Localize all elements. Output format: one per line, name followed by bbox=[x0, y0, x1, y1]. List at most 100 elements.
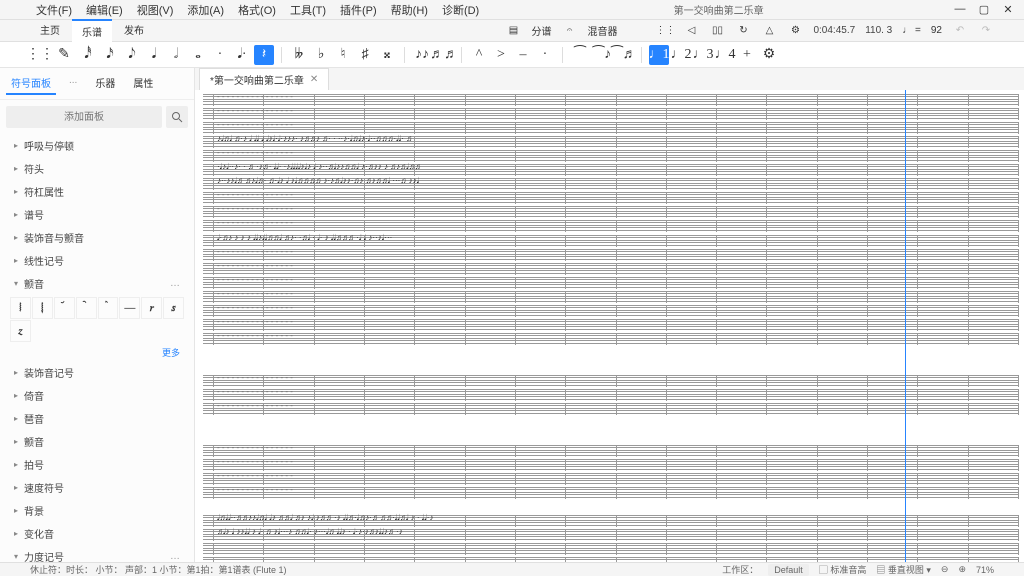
tool-button[interactable]: ♮ bbox=[333, 45, 353, 65]
concert-pitch-toggle[interactable]: ▢ 标准音高 bbox=[819, 563, 867, 576]
palette-category[interactable]: 颤音 bbox=[6, 430, 188, 453]
main-tab[interactable]: 发布 bbox=[114, 19, 154, 42]
menu-item[interactable]: 格式(O) bbox=[232, 0, 282, 20]
palette-item[interactable]: 𝆆 bbox=[76, 297, 97, 319]
menu-item[interactable]: 帮助(H) bbox=[385, 0, 434, 20]
menu-item[interactable]: 文件(F) bbox=[30, 0, 78, 20]
palette-category[interactable]: 颤音… bbox=[6, 272, 188, 295]
measure-position: 110. 3 bbox=[865, 25, 892, 36]
zoom-out-icon[interactable]: ⊖ bbox=[941, 564, 949, 575]
tool-button[interactable]: ♩3 bbox=[693, 45, 713, 65]
metronome-icon[interactable]: △ bbox=[761, 23, 777, 39]
undo-icon[interactable]: ↶ bbox=[952, 23, 968, 39]
palette-item[interactable]: 𝆄 bbox=[32, 297, 53, 319]
tool-button[interactable]: 𝄽 bbox=[254, 45, 274, 65]
palette-category[interactable]: 装饰音与颤音 bbox=[6, 226, 188, 249]
palette-category[interactable]: 装饰音记号 bbox=[6, 361, 188, 384]
score-tab[interactable]: *第一交响曲第二乐章 ✕ bbox=[199, 68, 329, 90]
zoom-value[interactable]: 71% bbox=[976, 565, 994, 575]
tool-button[interactable]: ⚙ bbox=[759, 45, 779, 65]
palette-item[interactable]: 𝆇 bbox=[98, 297, 119, 319]
main-tab[interactable]: 主页 bbox=[30, 19, 70, 42]
tool-button[interactable]: · bbox=[535, 45, 555, 65]
redo-icon[interactable]: ↷ bbox=[978, 23, 994, 39]
tool-button[interactable]: ♯ bbox=[355, 45, 375, 65]
palette-item[interactable]: — bbox=[119, 297, 140, 319]
close-tab-icon[interactable]: ✕ bbox=[310, 74, 318, 85]
parts-icon[interactable]: ▤ bbox=[505, 23, 521, 39]
palette-category[interactable]: 背景 bbox=[6, 499, 188, 522]
tool-button[interactable]: ⁀♪ bbox=[592, 45, 612, 65]
sidebar-tab-palette[interactable]: 符号面板 bbox=[6, 72, 56, 95]
parts-button[interactable]: 分谱 bbox=[531, 23, 551, 38]
palette-item[interactable]: 𝆃 bbox=[10, 297, 31, 319]
tool-button[interactable]: 𝄪 bbox=[377, 45, 397, 65]
palette-category[interactable]: 变化音 bbox=[6, 522, 188, 545]
menu-item[interactable]: 诊断(D) bbox=[436, 0, 485, 20]
palette-category[interactable]: 拍号 bbox=[6, 453, 188, 476]
tool-button[interactable]: 𝅘𝅥 bbox=[144, 45, 164, 65]
sidebar-tab-properties[interactable]: 属性 bbox=[128, 72, 158, 95]
palette-item[interactable]: 𝆌 bbox=[141, 297, 162, 319]
tool-button[interactable]: ♬♬ bbox=[434, 45, 454, 65]
grip-icon[interactable]: ⋮⋮ bbox=[30, 45, 50, 65]
tool-button[interactable]: ⁀♬ bbox=[614, 45, 634, 65]
pause-icon[interactable]: ▯▯ bbox=[709, 23, 725, 39]
palette-item[interactable]: 𝆍 bbox=[163, 297, 184, 319]
tool-button[interactable]: 𝅗𝅥 bbox=[166, 45, 186, 65]
tool-button[interactable]: ♪♪ bbox=[412, 45, 432, 65]
view-mode-select[interactable]: ▤ 垂直视图 ▾ bbox=[876, 563, 931, 576]
tool-button[interactable]: 𝅝 bbox=[188, 45, 208, 65]
edit-icon[interactable]: ✎ bbox=[54, 45, 74, 65]
main-tab[interactable]: 乐谱 bbox=[72, 19, 112, 42]
tool-button[interactable]: 𝄫 bbox=[289, 45, 309, 65]
rewind-icon[interactable]: ⋮⋮ bbox=[657, 23, 673, 39]
menu-item[interactable]: 视图(V) bbox=[131, 0, 180, 20]
palette-search-input[interactable] bbox=[6, 106, 162, 128]
settings-icon[interactable]: ⚙ bbox=[787, 23, 803, 39]
workspace-select[interactable]: Default bbox=[768, 564, 809, 576]
mixer-button[interactable]: 混音器 bbox=[587, 23, 617, 38]
tool-button[interactable]: > bbox=[491, 45, 511, 65]
menu-item[interactable]: 插件(P) bbox=[334, 0, 383, 20]
tool-button[interactable]: ♭ bbox=[311, 45, 331, 65]
tool-button[interactable]: 𝅘𝅥𝅰 bbox=[78, 45, 98, 65]
tool-button[interactable]: 𝅘𝅥𝅮 bbox=[122, 45, 142, 65]
tool-button[interactable]: 𝅘𝅥𝅯 bbox=[100, 45, 120, 65]
menu-item[interactable]: 工具(T) bbox=[284, 0, 332, 20]
palette-category[interactable]: 呼吸与停顿 bbox=[6, 134, 188, 157]
tool-button[interactable]: ♩4 bbox=[715, 45, 735, 65]
play-back-icon[interactable]: ◁ bbox=[683, 23, 699, 39]
menu-item[interactable]: 编辑(E) bbox=[80, 0, 129, 20]
palette-category[interactable]: 符杠属性 bbox=[6, 180, 188, 203]
menu-item[interactable]: 添加(A) bbox=[181, 0, 230, 20]
tempo-value[interactable]: 92 bbox=[931, 25, 942, 36]
tool-button[interactable]: + bbox=[737, 45, 757, 65]
mixer-icon[interactable]: 𝄐 bbox=[561, 23, 577, 39]
palette-category[interactable]: 速度符号 bbox=[6, 476, 188, 499]
sidebar-tab-instruments[interactable]: 乐器 bbox=[90, 72, 120, 95]
maximize-button[interactable]: ▢ bbox=[976, 3, 992, 16]
tool-button[interactable]: 𝅘𝅥· bbox=[232, 45, 252, 65]
palette-category[interactable]: 琶音 bbox=[6, 407, 188, 430]
palette-category[interactable]: 谱号 bbox=[6, 203, 188, 226]
zoom-in-icon[interactable]: ⊕ bbox=[958, 564, 966, 575]
palette-item[interactable]: 𝆅 bbox=[54, 297, 75, 319]
palette-category[interactable]: 符头 bbox=[6, 157, 188, 180]
tool-button[interactable]: ^ bbox=[469, 45, 489, 65]
search-icon[interactable] bbox=[166, 106, 188, 128]
loop-icon[interactable]: ↻ bbox=[735, 23, 751, 39]
score-canvas[interactable]: - - - - - - - - - - - - - - - - - bbox=[195, 90, 1024, 562]
tool-button[interactable]: ♩2 bbox=[671, 45, 691, 65]
close-button[interactable]: ✕ bbox=[1000, 3, 1016, 16]
palette-category[interactable]: 力度记号… bbox=[6, 545, 188, 562]
palette-item[interactable]: 𝆎 bbox=[10, 320, 31, 342]
tool-button[interactable]: ♩1 bbox=[649, 45, 669, 65]
palette-category[interactable]: 倚音 bbox=[6, 384, 188, 407]
palette-more[interactable]: 更多 bbox=[6, 344, 188, 361]
tool-button[interactable]: ⁀ bbox=[570, 45, 590, 65]
palette-category[interactable]: 线性记号 bbox=[6, 249, 188, 272]
tool-button[interactable]: · bbox=[210, 45, 230, 65]
minimize-button[interactable]: — bbox=[952, 3, 968, 16]
tool-button[interactable]: – bbox=[513, 45, 533, 65]
